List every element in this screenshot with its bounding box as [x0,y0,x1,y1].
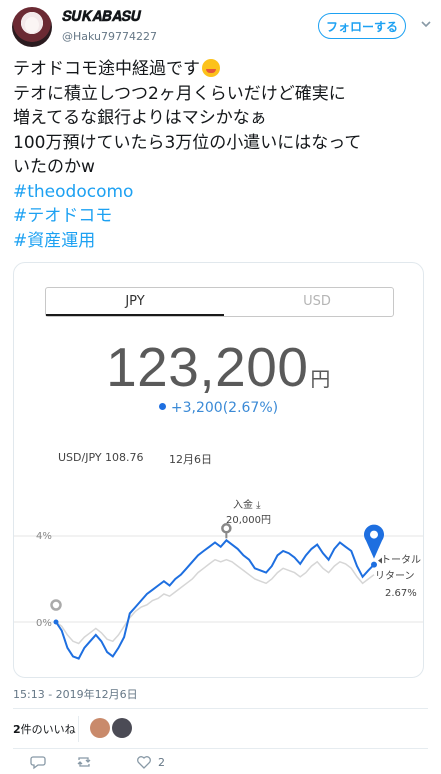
reply-icon[interactable] [30,754,46,770]
user-handle[interactable]: @Haku79774227 [62,30,157,43]
tweet-line: 100万預けていたら3万位の小遣いにはなって [13,132,362,153]
liker-avatar[interactable] [90,718,110,738]
like-heart-icon[interactable] [136,754,152,770]
total-return-pin-marker [364,524,385,559]
smiling-face-emoji-icon [202,59,220,77]
tweet-timestamp[interactable]: 15:13 - 2019年12月6日 [13,686,138,702]
end-point [371,561,377,568]
follow-button[interactable]: フォローする [318,13,406,39]
total-return-label: リターン [375,570,415,582]
balance-change: +3,200(2.67%) [14,400,423,416]
divider [13,708,428,709]
avatar[interactable] [12,7,52,47]
divider [78,716,79,742]
start-point [53,619,59,625]
likes-summary[interactable]: 2件のいいね [13,721,76,737]
fx-rate: USD/JPY 108.76 [58,451,144,464]
tweet-line: テオドコモ途中経過です [13,57,433,82]
display-name[interactable]: 𝑺𝑼𝑲𝑨𝑩𝑨𝑺𝑼 [62,9,141,25]
deposit-label: 入金 ⤓ [233,498,261,511]
tab-usd[interactable]: USD [242,288,392,316]
tweet-text: テオドコモ途中経過です テオに積立しつつ2ヶ月くらいだけど確実に 増えてるな銀行… [13,57,433,253]
tweet-line: 増えてるな銀行よりはマシかなぁ [13,108,267,128]
amount-unit: 円 [310,369,331,391]
hashtag-link[interactable]: #theodocomo [13,180,433,205]
liker-avatar[interactable] [112,718,132,738]
balance-amount: 123,200 円 [106,336,331,398]
y-tick-0pct: 0% [36,618,52,629]
tweet-line: いたのかw [13,157,95,177]
total-return-pin-hole [370,530,378,539]
tab-jpy[interactable]: JPY [46,288,224,316]
currency-tabs: JPY USD [45,287,394,317]
attached-image[interactable]: JPY USD 123,200 円 +3,200(2.67%) USD/JPY 1… [13,262,424,678]
deposit-amount: 20,000円 [226,515,271,526]
total-return-label: トータル [381,554,421,566]
tweet-line: テオに積立しつつ2ヶ月くらいだけど確実に [13,83,346,104]
tweet-header: 𝑺𝑼𝑲𝑨𝑩𝑨𝑺𝑼 @Haku79774227 フォローする [0,0,441,54]
total-return-value: 2.67% [385,588,417,599]
y-tick-4pct: 4% [36,531,52,542]
change-dot-icon [158,403,166,410]
benchmark-series-line [55,558,375,645]
performance-chart: 4% 0% 入金 ⤓ 20,000円 トータル リターン 2.67% [14,498,423,660]
retweet-icon[interactable] [76,754,92,770]
hashtag-link[interactable]: #テオドコモ [13,204,433,229]
hashtag-link[interactable]: #資産運用 [13,229,433,254]
portfolio-series-line [55,538,375,660]
divider [13,748,428,749]
start-pin-marker [50,599,62,611]
chart-date: 12月6日 [169,453,212,466]
like-count: 2 [158,756,165,769]
chevron-down-icon[interactable] [420,18,432,30]
